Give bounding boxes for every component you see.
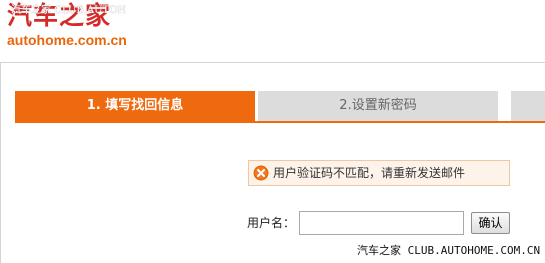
tab-set-new-password[interactable]: 2.设置新密码 <box>258 91 498 121</box>
username-label: 用户名： <box>247 216 296 230</box>
tab-fill-recovery-info[interactable]: 1. 填写找回信息 <box>15 91 255 121</box>
logo-url: autohome.com.cn <box>7 32 127 48</box>
error-x-icon <box>253 165 269 181</box>
error-message-box: 用户验证码不匹配，请重新发送邮件 <box>248 160 510 186</box>
tab-next-step[interactable] <box>511 91 545 121</box>
logo-watermark: 汽车之家 CLUB.AUTOH <box>11 5 127 16</box>
site-logo[interactable]: 汽车之家 汽车之家 CLUB.AUTOH autohome.com.cn <box>7 2 147 50</box>
error-text: 用户验证码不匹配，请重新发送邮件 <box>273 166 466 180</box>
tab-underline <box>15 121 545 123</box>
footer-watermark: 汽车之家 CLUB.AUTOHOME.COM.CN <box>357 243 541 259</box>
username-input[interactable] <box>299 211 464 235</box>
confirm-button[interactable]: 确认 <box>471 212 510 234</box>
